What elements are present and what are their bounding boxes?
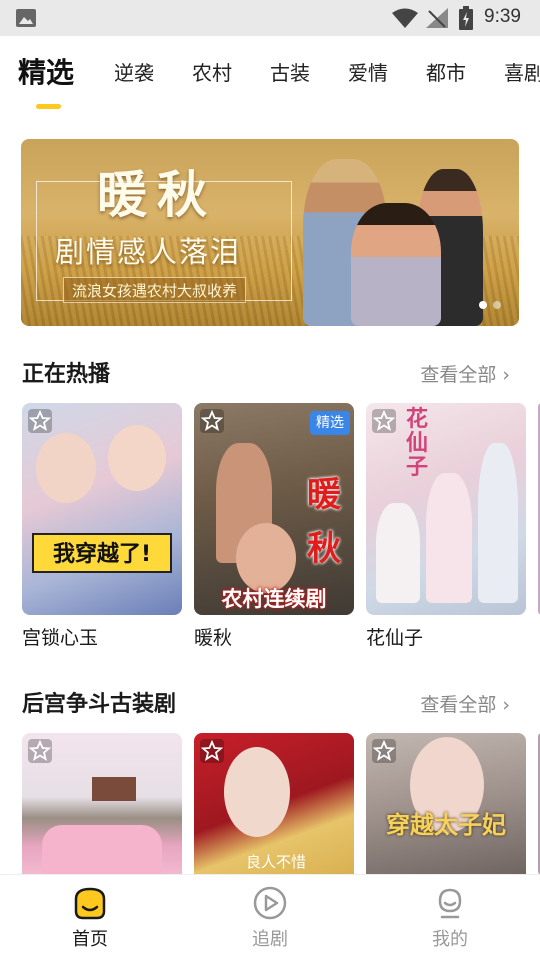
- tab-comedy[interactable]: 喜剧: [504, 36, 540, 112]
- poster-caption: 花仙子: [405, 406, 428, 480]
- banner-page-dot-1: [479, 301, 487, 309]
- tab-urban[interactable]: 都市: [426, 36, 466, 112]
- nav-home-label: 首页: [72, 929, 108, 950]
- favorite-star-icon[interactable]: [28, 409, 52, 433]
- drama-title: 暖秋: [194, 627, 233, 649]
- view-all-label: 查看全部: [420, 364, 497, 386]
- favorite-star-icon[interactable]: [372, 409, 396, 433]
- gallery-notification-icon: [16, 9, 36, 27]
- signal-icon: [426, 8, 448, 28]
- clock-time: 9:39: [484, 6, 521, 27]
- poster-caption: 我穿越了!: [32, 533, 172, 573]
- drama-card[interactable]: 良人不惜: [194, 733, 354, 875]
- wifi-icon: [392, 8, 418, 28]
- nav-profile-label: 我的: [432, 929, 468, 950]
- promo-banner[interactable]: 暖秋 剧情感人落泪 流浪女孩遇农村大叔收养: [21, 139, 519, 326]
- banner-page-dot-2: [493, 301, 501, 309]
- drama-card[interactable]: 暖 秋 农村连续剧 精选 暖秋: [194, 403, 354, 650]
- nav-following[interactable]: 追剧: [225, 885, 315, 951]
- status-bar: 9:39: [0, 0, 540, 36]
- home-face-icon: [74, 887, 106, 920]
- view-all-now-playing[interactable]: 查看全部 ›: [420, 360, 510, 387]
- tab-costume[interactable]: 古装: [270, 36, 310, 112]
- poster-figure: [42, 825, 162, 875]
- poster-figure: [108, 425, 166, 491]
- banner-figure-girl: [351, 203, 441, 326]
- poster-figure: [478, 443, 518, 603]
- tab-romance[interactable]: 爱情: [348, 36, 388, 112]
- play-circle-icon: [253, 886, 287, 920]
- section-title-now-playing: 正在热播: [22, 362, 111, 387]
- tab-comeback[interactable]: 逆袭: [114, 36, 154, 112]
- active-tab-indicator: [36, 104, 61, 109]
- poster-caption: 暖: [307, 475, 341, 515]
- poster-pagoda: [92, 777, 136, 801]
- drama-title: 花仙子: [366, 627, 424, 649]
- nav-following-label: 追剧: [252, 929, 288, 950]
- poster-figure: [376, 503, 420, 603]
- drama-poster: 我穿越了!: [22, 403, 182, 615]
- tab-featured[interactable]: 精选: [18, 36, 74, 112]
- poster-caption: 良人不惜: [245, 853, 306, 871]
- profile-face-icon: [438, 888, 462, 919]
- view-all-palace-drama[interactable]: 查看全部 ›: [420, 690, 510, 717]
- favorite-star-icon[interactable]: [200, 739, 224, 763]
- poster-figure: [36, 433, 96, 503]
- banner-subtitle: 剧情感人落泪: [55, 235, 242, 269]
- drama-card[interactable]: [22, 733, 182, 875]
- drama-title: 宫锁心玉: [22, 627, 99, 649]
- drama-card[interactable]: 穿越太子妃: [366, 733, 526, 875]
- banner-title: 暖秋: [97, 165, 217, 224]
- drama-card[interactable]: 花仙子 花仙子: [366, 403, 526, 650]
- poster-figure: [426, 473, 472, 603]
- drama-poster: 暖 秋 农村连续剧 精选: [194, 403, 354, 615]
- poster-figure: [224, 747, 290, 837]
- drama-poster: 良人不惜: [194, 733, 354, 875]
- featured-badge: 精选: [310, 411, 350, 435]
- nav-profile[interactable]: 我的: [405, 885, 495, 951]
- battery-icon: [459, 6, 473, 30]
- drama-card[interactable]: 我穿越了! 宫锁心玉: [22, 403, 182, 650]
- banner-tagline: 流浪女孩遇农村大叔收养: [63, 277, 247, 303]
- category-tabs: 精选 逆袭 农村 古装 爱情 都市 喜剧: [0, 36, 540, 116]
- drama-poster: [22, 733, 182, 875]
- tab-rural[interactable]: 农村: [192, 36, 232, 112]
- nav-home[interactable]: 首页: [45, 885, 135, 951]
- favorite-star-icon[interactable]: [200, 409, 224, 433]
- favorite-star-icon[interactable]: [28, 739, 52, 763]
- drama-poster: 花仙子: [366, 403, 526, 615]
- bottom-navigation: 首页 追剧 我的: [0, 874, 540, 960]
- poster-caption: 穿越太子妃: [386, 810, 506, 839]
- favorite-star-icon[interactable]: [372, 739, 396, 763]
- view-all-label: 查看全部: [420, 694, 497, 716]
- poster-caption: 农村连续剧: [221, 587, 327, 611]
- chevron-right-icon: ›: [502, 364, 510, 386]
- poster-caption: 秋: [307, 529, 341, 569]
- section-title-palace-drama: 后宫争斗古装剧: [22, 692, 177, 717]
- chevron-right-icon: ›: [502, 694, 510, 716]
- drama-poster: 穿越太子妃: [366, 733, 526, 875]
